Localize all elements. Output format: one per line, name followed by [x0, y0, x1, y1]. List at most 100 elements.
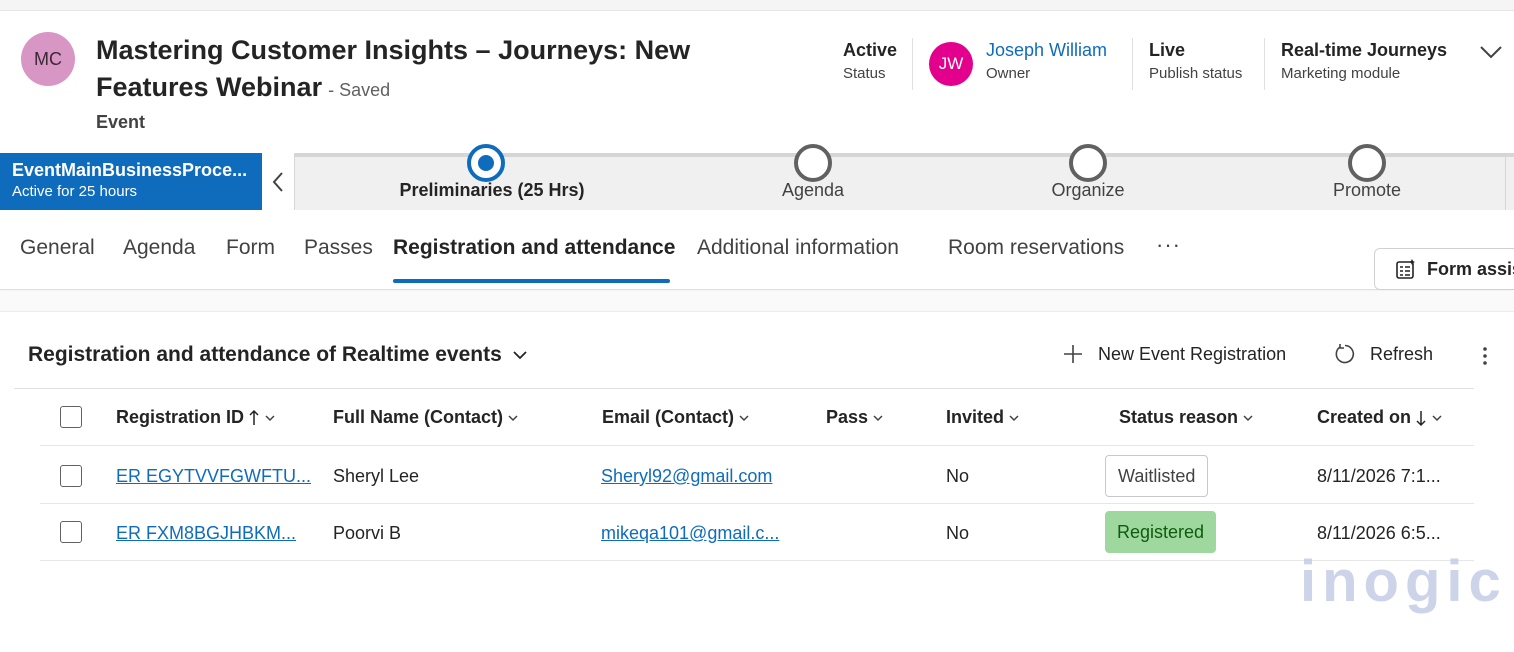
row-divider — [40, 445, 1474, 446]
chevron-down-icon — [265, 414, 275, 421]
column-header-label: Created on — [1317, 407, 1412, 427]
subgrid-title-text: Registration and attendance of Realtime … — [28, 343, 502, 366]
stage-agenda-label[interactable]: Agenda — [763, 180, 863, 201]
form-assist-button[interactable]: Form assis — [1374, 248, 1514, 290]
refresh-label: Refresh — [1370, 343, 1434, 364]
status-value: Active — [843, 40, 898, 60]
marketing-module-value: Real-time Journeys — [1281, 40, 1448, 60]
header-field-owner: Joseph William Owner — [986, 38, 1107, 86]
email-link[interactable]: Sheryl92@gmail.com — [601, 466, 772, 487]
status-label: Status — [843, 65, 886, 82]
plus-icon — [1064, 345, 1082, 363]
publish-status-label: Publish status — [1149, 65, 1243, 82]
inogic-watermark: inogic — [1300, 549, 1507, 614]
more-tabs-button[interactable]: ··· — [1156, 232, 1181, 258]
new-event-registration-label: New Event Registration — [1098, 343, 1287, 364]
stage-promote-label[interactable]: Promote — [1317, 180, 1417, 201]
tab-passes[interactable]: Passes — [304, 236, 373, 260]
marketing-module-label: Marketing module — [1281, 65, 1401, 82]
stage-promote-indicator[interactable] — [1348, 144, 1386, 182]
registration-id-link[interactable]: ER EGYTVVFGWFTU... — [116, 466, 311, 487]
column-header-label: Invited — [946, 407, 1005, 427]
tab-registration-and-attendance[interactable]: Registration and attendance — [393, 236, 675, 260]
full-name-cell: Poorvi B — [333, 523, 402, 543]
process-name: EventMainBusinessProce... — [12, 160, 248, 180]
grid-top-border — [14, 388, 1474, 389]
owner-name-link[interactable]: Joseph William — [986, 38, 1107, 62]
tab-form[interactable]: Form — [226, 236, 275, 260]
email-link[interactable]: mikeqa101@gmail.c... — [601, 523, 779, 544]
chevron-down-icon — [508, 414, 518, 421]
sort-descending-icon — [1416, 410, 1426, 426]
top-strip — [0, 0, 1514, 11]
column-header-invited[interactable]: Invited — [946, 407, 1020, 428]
chevron-down-icon — [1009, 414, 1019, 421]
owner-label: Owner — [986, 65, 1031, 82]
more-commands-icon[interactable] — [1476, 343, 1494, 369]
process-active-duration: Active for 25 hours — [12, 183, 138, 200]
process-back-button[interactable] — [262, 153, 295, 210]
registration-id-link[interactable]: ER FXM8BGJHBKM... — [116, 523, 296, 544]
stage-preliminaries-indicator[interactable] — [467, 144, 505, 182]
tab-agenda[interactable]: Agenda — [123, 236, 195, 260]
column-header-created-on[interactable]: Created on — [1317, 407, 1443, 428]
chevron-down-icon[interactable] — [1478, 42, 1504, 62]
column-header-label: Status reason — [1119, 407, 1239, 427]
header-separator — [1264, 38, 1265, 90]
column-header-registration-id[interactable]: Registration ID — [116, 407, 276, 428]
column-header-status-reason[interactable]: Status reason — [1119, 407, 1254, 428]
status-badge: Registered — [1105, 511, 1217, 553]
record-avatar: MC — [21, 32, 75, 86]
sort-ascending-icon — [249, 409, 259, 425]
chevron-down-icon — [1243, 414, 1253, 421]
chevron-down-icon — [1432, 414, 1442, 421]
owner-avatar[interactable]: JW — [929, 42, 973, 86]
column-header-label: Registration ID — [116, 407, 245, 427]
column-header-email[interactable]: Email (Contact) — [602, 407, 750, 428]
created-on-cell: 8/11/2026 6:5... — [1317, 523, 1441, 543]
chevron-down-icon — [513, 351, 527, 360]
created-on-cell: 8/11/2026 7:1... — [1317, 466, 1441, 486]
full-name-cell: Sheryl Lee — [333, 466, 420, 486]
stage-agenda-indicator[interactable] — [794, 144, 832, 182]
active-tab-indicator — [393, 279, 670, 283]
entity-type-label: Event — [96, 112, 146, 132]
saved-indicator: - Saved — [328, 80, 391, 100]
section-divider — [0, 291, 1514, 312]
stage-organize-indicator[interactable] — [1069, 144, 1107, 182]
stage-organize-label[interactable]: Organize — [1038, 180, 1138, 201]
tab-additional-information[interactable]: Additional information — [697, 236, 899, 260]
subgrid-title[interactable]: Registration and attendance of Realtime … — [28, 343, 528, 367]
record-title: Mastering Customer Insights – Journeys: … — [96, 35, 691, 102]
invited-cell: No — [946, 466, 970, 486]
process-flag[interactable]: EventMainBusinessProce... Active for 25 … — [0, 153, 262, 210]
page-title: Mastering Customer Insights – Journeys: … — [96, 32, 796, 109]
new-event-registration-button[interactable]: New Event Registration — [1062, 343, 1286, 365]
stage-preliminaries-label[interactable]: Preliminaries (25 Hrs) — [397, 180, 587, 201]
status-badge: Waitlisted — [1105, 455, 1209, 497]
header-separator — [1132, 38, 1133, 90]
refresh-icon — [1335, 344, 1355, 364]
row-divider — [40, 560, 1474, 561]
row-checkbox[interactable] — [60, 465, 82, 487]
column-header-full-name[interactable]: Full Name (Contact) — [333, 407, 519, 428]
column-header-label: Email (Contact) — [602, 407, 735, 427]
form-assist-label: Form assis — [1427, 258, 1514, 279]
row-checkbox[interactable] — [60, 521, 82, 543]
header-field-marketing-module: Real-time Journeys Marketing module — [1281, 38, 1447, 86]
column-header-pass[interactable]: Pass — [826, 407, 884, 428]
publish-status-value: Live — [1149, 40, 1186, 60]
form-assist-icon — [1396, 259, 1415, 279]
column-header-label: Pass — [826, 407, 869, 427]
chevron-left-icon — [272, 171, 283, 192]
row-divider — [40, 503, 1474, 504]
header-field-publish-status: Live Publish status — [1149, 38, 1242, 86]
header-separator — [912, 38, 913, 90]
chevron-down-icon — [873, 414, 883, 421]
tab-room-reservations[interactable]: Room reservations — [948, 236, 1124, 260]
tab-general[interactable]: General — [20, 236, 95, 260]
refresh-button[interactable]: Refresh — [1334, 343, 1433, 365]
header-field-status: Active Status — [843, 38, 897, 86]
column-header-label: Full Name (Contact) — [333, 407, 504, 427]
select-all-checkbox[interactable] — [60, 406, 82, 428]
